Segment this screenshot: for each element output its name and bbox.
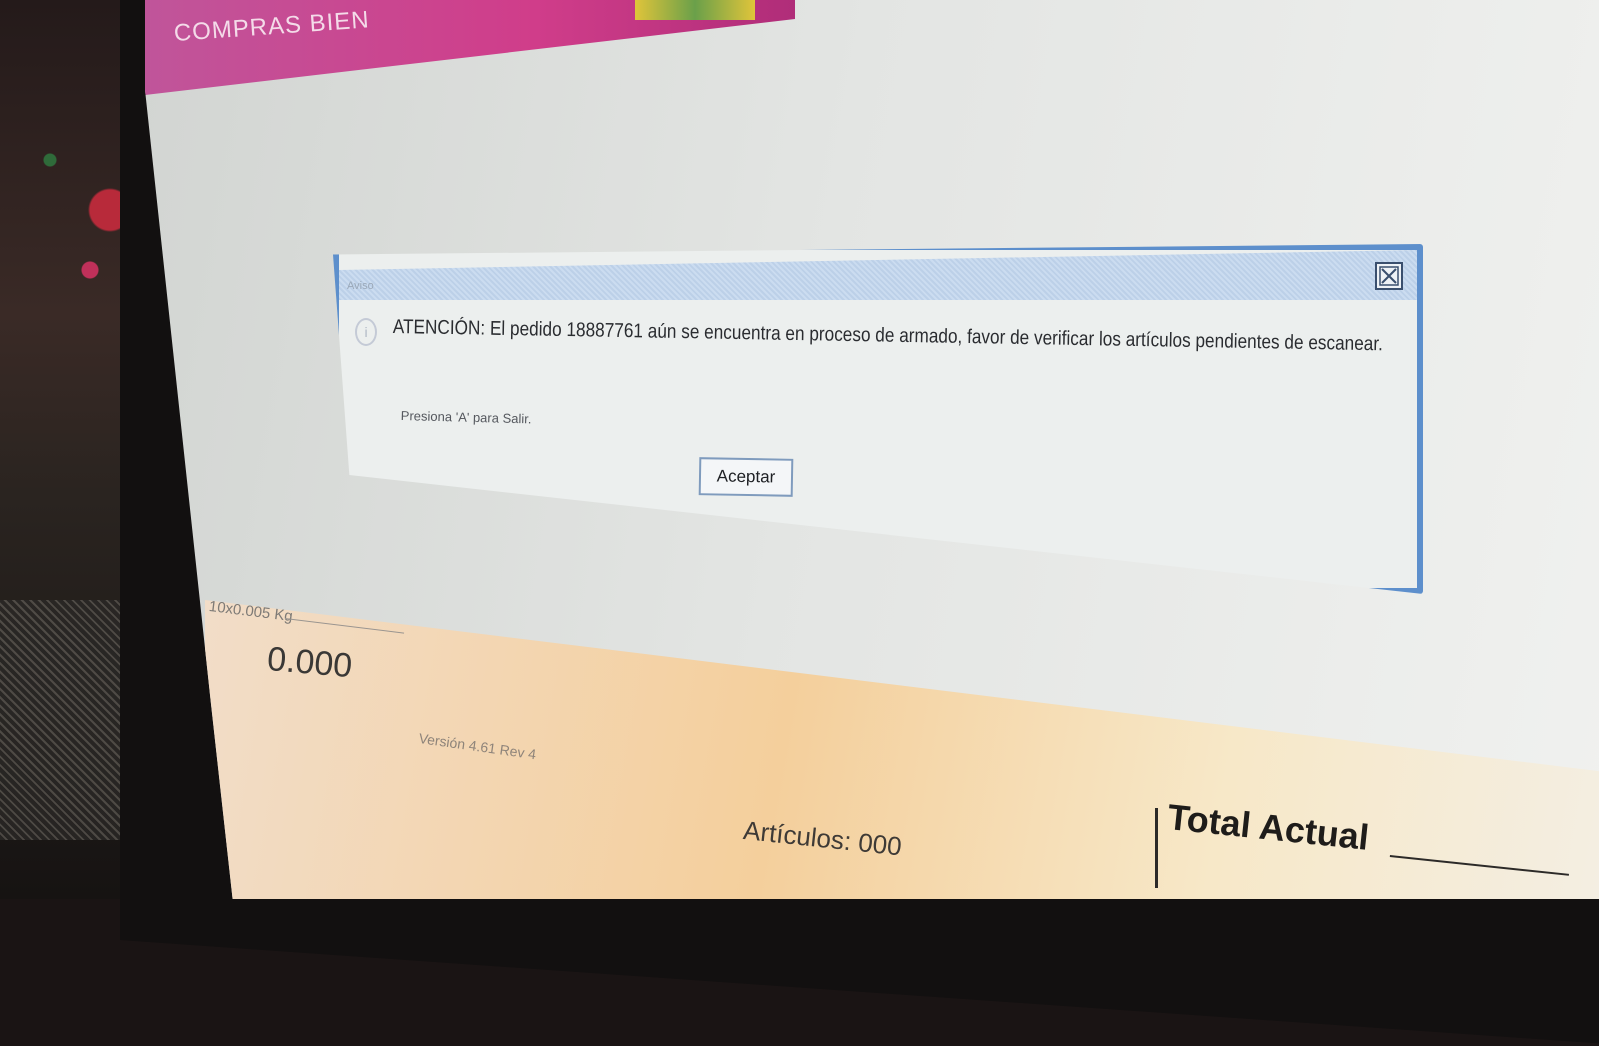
dialog-hint: Presiona 'A' para Salir. [400,408,532,427]
info-icon: i [355,318,377,346]
scale-value: 0.000 [265,640,354,686]
header-stripe [635,0,755,20]
accept-button-label: Aceptar [716,466,776,487]
close-button[interactable] [1375,262,1403,290]
total-bracket [1155,808,1158,888]
accept-button[interactable]: Aceptar [698,457,794,497]
close-icon [1379,266,1399,286]
dialog-message: ATENCIÓN: El pedido 18887761 aún se encu… [392,316,1384,356]
dialog-titlebar[interactable] [339,250,1417,300]
dialog-title: Aviso [347,280,374,292]
